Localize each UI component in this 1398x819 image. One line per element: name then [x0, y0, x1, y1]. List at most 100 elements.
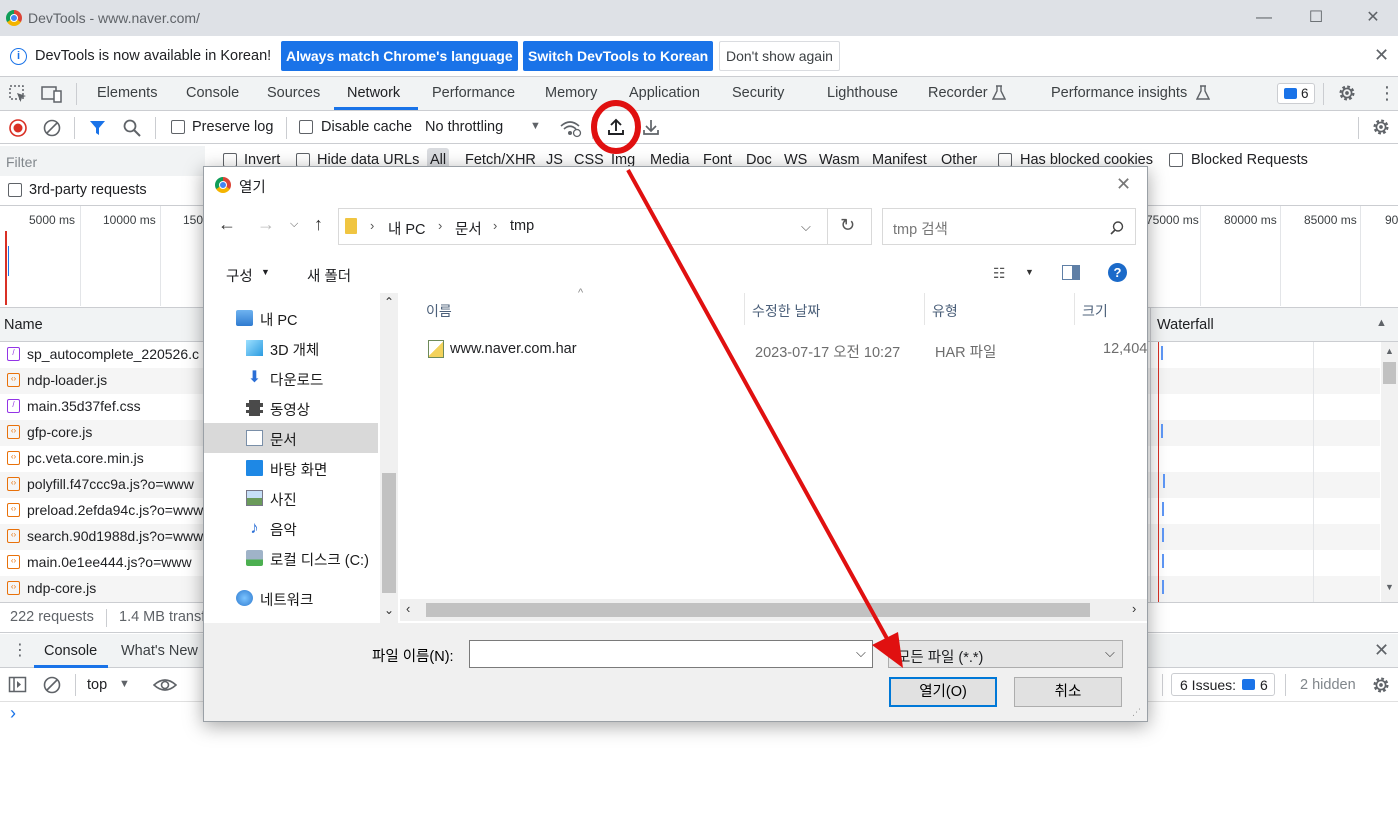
scroll-down-icon[interactable]: ▼: [1385, 582, 1394, 592]
switch-to-korean-button[interactable]: Switch DevTools to Korean: [523, 41, 714, 71]
tab-application[interactable]: Application: [629, 85, 700, 101]
chevron-down-icon[interactable]: ⌵: [856, 645, 866, 661]
preview-pane-icon[interactable]: [1062, 265, 1080, 280]
column-header-date[interactable]: 수정한 날짜: [752, 301, 820, 321]
table-row[interactable]: ‹› ndp-loader.js: [0, 368, 205, 394]
scroll-left-icon[interactable]: ‹: [406, 601, 410, 616]
network-conditions-wifi-icon[interactable]: [559, 118, 583, 138]
close-window-button[interactable]: ✕: [1358, 6, 1388, 30]
nav-item-desktop[interactable]: 바탕 화면: [204, 453, 378, 483]
nav-item-this-pc[interactable]: 내 PC: [204, 303, 378, 333]
inspect-element-icon[interactable]: [8, 84, 28, 104]
more-options-icon[interactable]: ⋮: [1378, 81, 1396, 105]
scrollbar-thumb[interactable]: [1383, 362, 1396, 384]
import-har-upload-icon[interactable]: [606, 117, 626, 137]
export-har-download-icon[interactable]: [641, 117, 661, 137]
nav-item-3d-objects[interactable]: 3D 개체: [204, 333, 378, 363]
table-row[interactable]: ‹› ndp-core.js: [0, 576, 205, 602]
issues-badge[interactable]: 6: [1277, 83, 1315, 104]
nav-item-network[interactable]: 네트워크: [204, 583, 378, 613]
tab-elements[interactable]: Elements: [97, 85, 157, 101]
minimize-button[interactable]: —: [1249, 6, 1279, 30]
disable-cache-checkbox[interactable]: [299, 120, 313, 134]
tab-lighthouse[interactable]: Lighthouse: [827, 85, 898, 101]
file-row[interactable]: www.naver.com.har 2023-07-17 오전 10:27 HA…: [426, 337, 1147, 363]
breadcrumb-item[interactable]: 문서: [455, 218, 482, 239]
settings-gear-icon[interactable]: [1336, 82, 1358, 104]
search-icon[interactable]: [1109, 220, 1125, 236]
new-folder-button[interactable]: 새 폴더: [307, 265, 351, 286]
sidebar-toggle-icon[interactable]: [8, 676, 28, 694]
tab-network[interactable]: Network: [347, 85, 400, 101]
dont-show-again-button[interactable]: Don't show again: [719, 41, 840, 71]
dialog-close-icon[interactable]: ✕: [1116, 174, 1131, 195]
maximize-button[interactable]: ☐: [1301, 6, 1331, 30]
up-arrow-icon[interactable]: ↑: [314, 214, 323, 235]
chevron-down-icon[interactable]: ▼: [261, 267, 270, 277]
breadcrumb-item[interactable]: tmp: [510, 218, 534, 234]
table-row[interactable]: ‹› preload.2efda94c.js?o=www: [0, 498, 205, 524]
column-name-header[interactable]: Name: [4, 317, 43, 333]
scroll-up-icon[interactable]: ⌃: [384, 295, 394, 309]
tab-security[interactable]: Security: [732, 85, 784, 101]
network-settings-gear-icon[interactable]: [1370, 116, 1392, 138]
table-row[interactable]: ‹› main.0e1ee444.js?o=www: [0, 550, 205, 576]
filename-input[interactable]: ⌵: [469, 640, 873, 668]
tab-recorder[interactable]: Recorder: [928, 85, 988, 101]
drawer-tab-console[interactable]: Console: [44, 643, 97, 659]
path-breadcrumb[interactable]: › 내 PC › 문서 › tmp ⌵: [338, 208, 828, 245]
forward-arrow-icon[interactable]: →: [257, 214, 275, 235]
context-select[interactable]: top: [87, 677, 107, 693]
nav-item-pictures[interactable]: 사진: [204, 483, 378, 513]
column-header-name[interactable]: 이름: [426, 301, 452, 321]
nav-item-music[interactable]: ♪ 음악: [204, 513, 378, 543]
nav-item-downloads[interactable]: ⬇ 다운로드: [204, 363, 378, 393]
help-icon[interactable]: ?: [1108, 263, 1127, 282]
chevron-down-icon[interactable]: ⌵: [1105, 645, 1115, 661]
live-expression-eye-icon[interactable]: [153, 676, 177, 694]
search-icon[interactable]: [122, 118, 142, 138]
cancel-button[interactable]: 취소: [1014, 677, 1122, 707]
chevron-down-icon[interactable]: ▼: [1025, 267, 1034, 277]
has-blocked-cookies-checkbox[interactable]: [998, 153, 1012, 167]
scroll-down-icon[interactable]: ⌄: [384, 603, 394, 617]
nav-item-videos[interactable]: 동영상: [204, 393, 378, 423]
folder-search-input[interactable]: tmp 검색: [882, 208, 1136, 245]
table-row[interactable]: / main.35d37fef.css: [0, 394, 205, 420]
preserve-log-checkbox[interactable]: [171, 120, 185, 134]
clear-console-icon[interactable]: [42, 675, 62, 695]
chevron-down-icon[interactable]: ▼: [119, 678, 130, 690]
invert-checkbox[interactable]: [223, 153, 237, 167]
drawer-menu-icon[interactable]: ⋮: [12, 640, 28, 660]
breadcrumb-item[interactable]: 내 PC: [388, 218, 426, 239]
always-match-language-button[interactable]: Always match Chrome's language: [281, 41, 518, 71]
console-prompt[interactable]: ›: [10, 703, 16, 724]
column-header-size[interactable]: 크기: [1082, 301, 1108, 321]
table-row[interactable]: ‹› search.90d1988d.js?o=www: [0, 524, 205, 550]
third-party-requests-checkbox[interactable]: [8, 183, 22, 197]
nav-pane-scrollbar[interactable]: ⌃ ⌄: [380, 293, 398, 623]
drawer-tab-whats-new[interactable]: What's New: [121, 643, 198, 659]
column-header-type[interactable]: 유형: [932, 301, 958, 321]
organize-button[interactable]: 구성: [226, 265, 253, 286]
path-dropdown-icon[interactable]: ⌵: [801, 219, 811, 235]
sort-up-icon[interactable]: ▲: [1376, 317, 1387, 329]
tab-performance-insights[interactable]: Performance insights: [1051, 85, 1187, 101]
record-stop-icon[interactable]: [8, 118, 28, 138]
nav-item-local-disk[interactable]: 로컬 디스크 (C:): [204, 543, 378, 573]
filetype-select[interactable]: 모든 파일 (*.*) ⌵: [888, 640, 1123, 668]
scroll-up-icon[interactable]: ▲: [1385, 346, 1394, 356]
scrollbar-thumb[interactable]: [382, 473, 396, 593]
tab-performance[interactable]: Performance: [432, 85, 515, 101]
chevron-down-icon[interactable]: ▼: [530, 120, 541, 132]
refresh-button[interactable]: ↻: [828, 208, 872, 245]
scrollbar-thumb[interactable]: [426, 603, 1090, 617]
table-row[interactable]: / sp_autocomplete_220526.c: [0, 342, 205, 368]
table-row[interactable]: ‹› gfp-core.js: [0, 420, 205, 446]
vertical-scrollbar[interactable]: ▲ ▼: [1381, 342, 1398, 602]
tab-memory[interactable]: Memory: [545, 85, 597, 101]
device-toolbar-icon[interactable]: [40, 84, 64, 104]
table-row[interactable]: ‹› polyfill.f47ccc9a.js?o=www: [0, 472, 205, 498]
resize-grip-icon[interactable]: ⋰: [1132, 707, 1141, 718]
drawer-close-icon[interactable]: ✕: [1374, 640, 1389, 661]
